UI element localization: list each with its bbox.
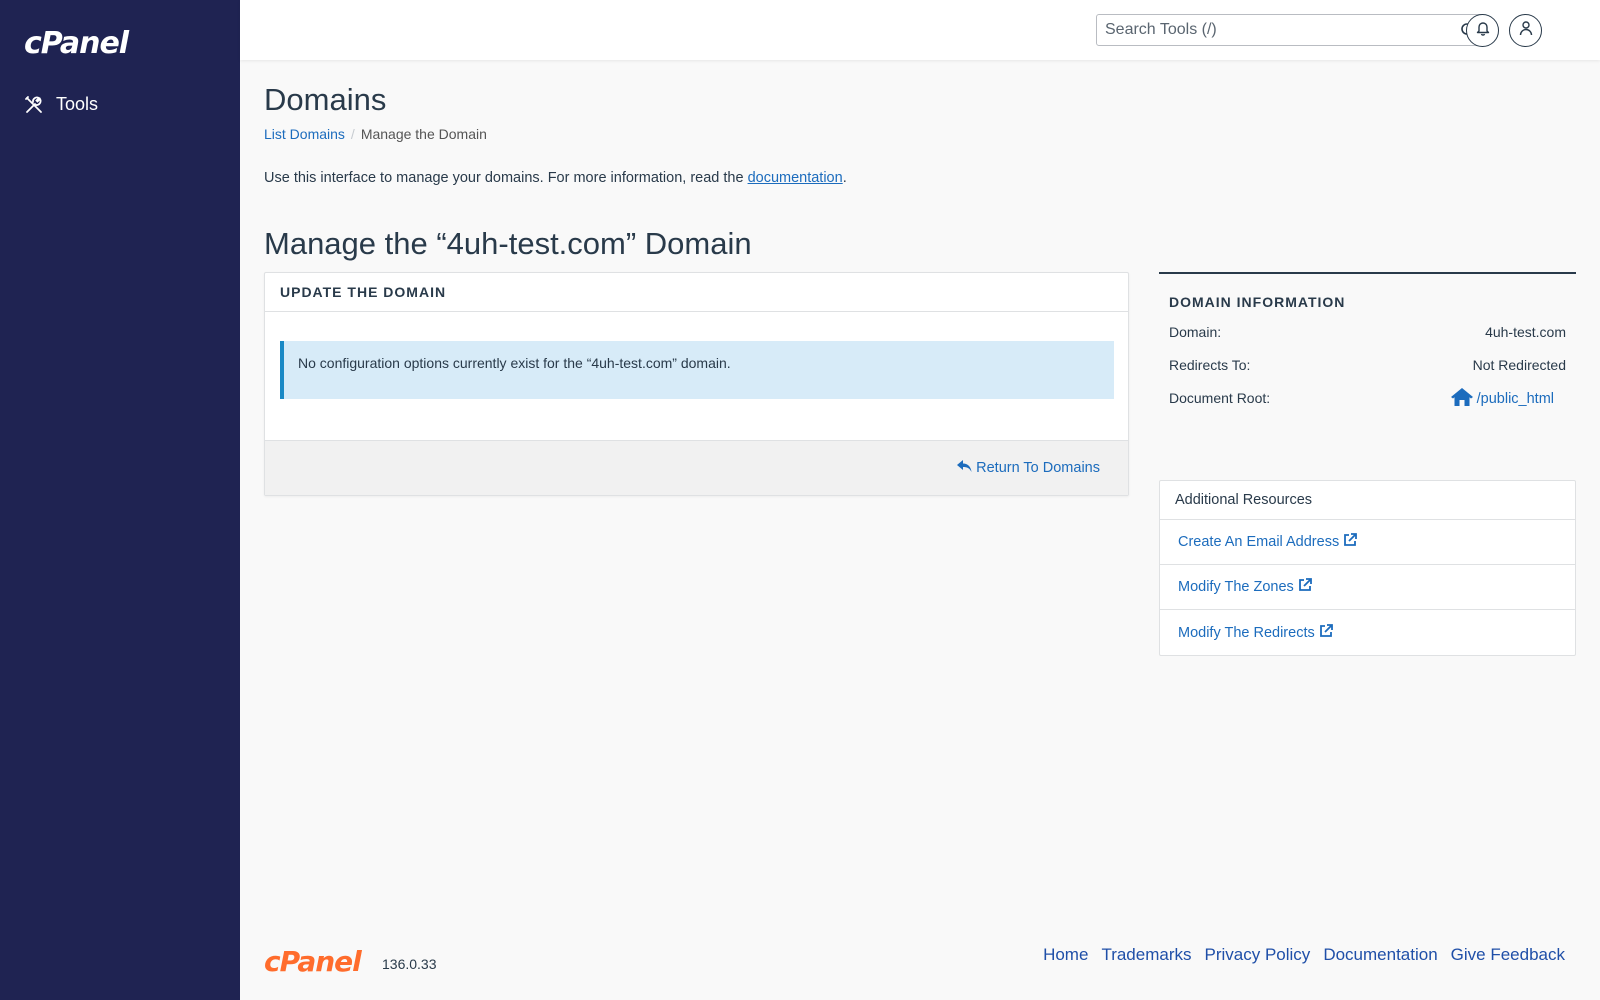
- documentation-link[interactable]: documentation: [748, 170, 843, 186]
- external-link-icon: [1298, 578, 1312, 596]
- document-root-value: /public_html: [1476, 390, 1554, 407]
- panel-footer: Return To Domains: [265, 440, 1128, 495]
- footer-link-give-feedback[interactable]: Give Feedback: [1451, 945, 1565, 965]
- resource-create-email[interactable]: Create An Email Address: [1160, 520, 1575, 565]
- external-link-icon: [1319, 623, 1333, 642]
- sidebar-item-tools[interactable]: Tools: [24, 94, 98, 115]
- breadcrumb-list-domains[interactable]: List Domains: [264, 126, 345, 142]
- document-root-label: Document Root:: [1169, 390, 1271, 406]
- resource-label: Modify The Zones: [1178, 579, 1294, 595]
- breadcrumb-separator: /: [350, 126, 355, 142]
- intro-text: Use this interface to manage your domain…: [264, 170, 847, 186]
- footer-link-documentation[interactable]: Documentation: [1323, 945, 1437, 965]
- redirects-value: Not Redirected: [1472, 357, 1566, 373]
- section-title: Manage the “4uh-test.com” Domain: [264, 226, 752, 261]
- search-box: [1096, 14, 1484, 46]
- info-alert: No configuration options currently exist…: [280, 341, 1114, 399]
- notifications-button[interactable]: [1466, 14, 1499, 47]
- footer-link-trademarks[interactable]: Trademarks: [1101, 945, 1191, 965]
- top-bar: [240, 0, 1600, 60]
- resource-label: Modify The Redirects: [1178, 624, 1315, 641]
- footer-links: Home Trademarks Privacy Policy Documenta…: [1043, 945, 1565, 965]
- home-icon: [1450, 387, 1473, 410]
- additional-resources: Additional Resources Create An Email Add…: [1159, 480, 1576, 656]
- footer-cpanel-logo: cPanel: [264, 945, 362, 978]
- domain-information: DOMAIN INFORMATION Domain: 4uh-test.com …: [1159, 272, 1576, 409]
- user-menu-button[interactable]: [1509, 14, 1542, 47]
- tools-icon: [24, 95, 44, 115]
- domain-value: 4uh-test.com: [1485, 324, 1566, 340]
- cpanel-logo[interactable]: cPanel: [24, 26, 129, 61]
- breadcrumb-current: Manage the Domain: [360, 126, 487, 142]
- user-icon: [1519, 20, 1533, 41]
- resource-label: Create An Email Address: [1178, 534, 1340, 550]
- update-domain-panel: UPDATE THE DOMAIN No configuration optio…: [264, 272, 1129, 496]
- sidebar-item-label: Tools: [56, 94, 99, 114]
- return-label: Return To Domains: [976, 460, 1100, 476]
- sidebar: cPanel Tools: [0, 0, 240, 1000]
- footer-link-privacy-policy[interactable]: Privacy Policy: [1205, 945, 1311, 965]
- bell-icon: [1476, 20, 1490, 41]
- intro-sentence: Use this interface to manage your domain…: [264, 170, 748, 186]
- resources-heading: Additional Resources: [1160, 481, 1575, 520]
- redirects-label: Redirects To:: [1169, 357, 1251, 373]
- page-title: Domains: [264, 82, 387, 117]
- reply-arrow-icon: [957, 459, 972, 477]
- intro-period: .: [842, 170, 847, 186]
- domain-label: Domain:: [1169, 324, 1222, 340]
- search-input[interactable]: [1097, 15, 1453, 45]
- redirects-row: Redirects To: Not Redirected: [1169, 357, 1566, 376]
- resource-modify-redirects[interactable]: Modify The Redirects: [1160, 610, 1575, 655]
- document-root-link[interactable]: /public_html: [1450, 387, 1554, 410]
- domain-row: Domain: 4uh-test.com: [1169, 324, 1566, 343]
- return-to-domains-link[interactable]: Return To Domains: [957, 459, 1100, 477]
- footer-link-home[interactable]: Home: [1043, 945, 1088, 965]
- external-link-icon: [1343, 533, 1358, 551]
- resource-modify-zones[interactable]: Modify The Zones: [1160, 565, 1575, 610]
- version-number: 136.0.33: [382, 956, 437, 972]
- document-root-row: Document Root: /public_html: [1169, 387, 1566, 410]
- breadcrumb: List Domains / Manage the Domain: [264, 126, 487, 142]
- panel-heading: UPDATE THE DOMAIN: [265, 273, 1128, 312]
- domain-info-heading: DOMAIN INFORMATION: [1169, 294, 1346, 310]
